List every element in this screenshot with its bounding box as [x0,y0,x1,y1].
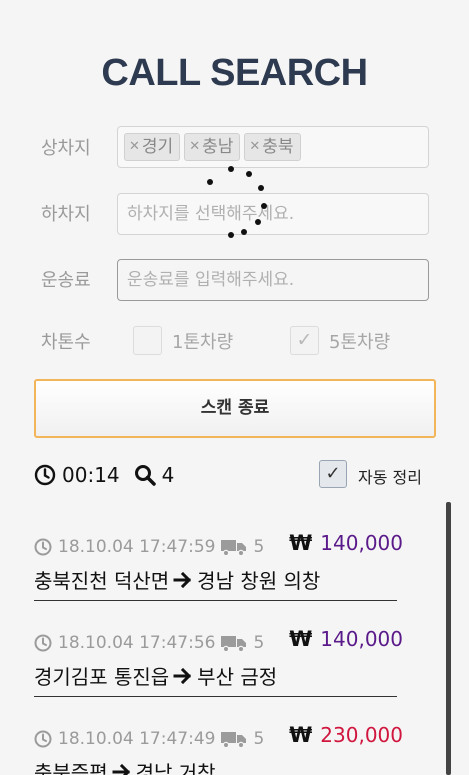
call-route: 충북증평 경남 거창 [34,757,216,775]
call-list[interactable]: 18.10.04 17:47:59 5 ₩140,000 충북진천 덕산면 경남 창원 … [0,505,469,775]
route-to: 부산 금정 [197,665,278,689]
call-price-value: 230,000 [320,723,403,747]
arrow-right-icon [173,667,192,684]
call-price-value: 140,000 [320,531,403,555]
auto-sort-checkbox[interactable]: ✓ [319,460,347,488]
elapsed-time: 00:14 [62,463,120,487]
call-price: ₩230,000 [289,723,403,747]
route-from: 경기김포 통진읍 [34,665,170,689]
origin-tag[interactable]: ✕ 경기 [124,133,181,161]
destination-select[interactable]: 하차지를 선택해주세요. [117,193,429,235]
ton1-label[interactable]: 1톤차량 [172,328,233,354]
remove-tag-icon[interactable]: ✕ [189,134,200,160]
ton1-checkbox[interactable] [133,326,162,355]
call-tonnage: 5 [253,729,265,749]
ton5-label[interactable]: 5톤차량 [329,328,390,354]
fare-label: 운송료 [41,270,91,291]
call-item[interactable]: 18.10.04 17:47:59 5 ₩140,000 충북진천 덕산면 경남 창원 … [34,505,403,601]
call-time: 18.10.04 17:47:49 [58,729,216,749]
call-item[interactable]: 18.10.04 17:47:49 5 ₩230,000 충북증평 경남 거창 [34,697,403,775]
check-icon: ✓ [296,329,313,351]
currency-symbol: ₩ [289,723,313,747]
route-to: 경남 거창 [135,761,216,775]
currency-symbol: ₩ [289,627,313,651]
arrow-right-icon [173,571,192,588]
truck-icon [221,540,247,556]
origin-select[interactable]: ✕ 경기 ✕ 충남 ✕ 충북 [117,126,429,168]
arrow-right-icon [112,763,130,775]
tonnage-label: 차톤수 [41,332,91,353]
clock-icon [34,464,56,486]
loading-spinner [204,166,268,238]
destination-label: 하차지 [41,204,91,225]
clock-icon [34,730,52,748]
call-price: ₩140,000 [289,531,403,555]
call-meta: 18.10.04 17:47:56 5 [34,633,264,653]
route-from: 충북진천 덕산면 [34,569,170,593]
call-time: 18.10.04 17:47:59 [58,537,216,557]
fare-input[interactable]: 운송료를 입력해주세요. [117,259,429,301]
page-title: CALL SEARCH [101,52,368,94]
auto-sort-label[interactable]: 자동 정리 [358,464,422,488]
route-to: 경남 창원 의창 [197,569,321,593]
scan-stats: 00:14 4 [34,461,174,489]
found-count: 4 [161,463,175,487]
origin-label: 상차지 [41,138,91,159]
clock-icon [34,634,52,652]
call-meta: 18.10.04 17:47:59 5 [34,537,264,557]
call-meta: 18.10.04 17:47:49 5 [34,729,264,749]
call-price: ₩140,000 [289,627,403,651]
truck-icon [221,732,247,748]
ton5-checkbox[interactable]: ✓ [290,326,319,355]
list-scrollbar[interactable] [446,502,451,775]
truck-icon [221,636,247,652]
clock-icon [34,538,52,556]
call-time: 18.10.04 17:47:56 [58,633,216,653]
call-price-value: 140,000 [320,627,403,651]
call-route: 충북진천 덕산면 경남 창원 의창 [34,565,320,594]
origin-tag[interactable]: ✕ 충북 [244,133,301,161]
check-icon: ✓ [325,463,341,484]
call-route: 경기김포 통진읍 부산 금정 [34,661,277,690]
remove-tag-icon[interactable]: ✕ [249,134,260,160]
origin-tag[interactable]: ✕ 충남 [184,133,241,161]
call-tonnage: 5 [253,633,265,653]
search-icon [134,465,156,486]
remove-tag-icon[interactable]: ✕ [129,134,140,160]
currency-symbol: ₩ [289,531,313,555]
scan-stop-button[interactable]: 스캔 종료 [34,379,436,438]
call-item[interactable]: 18.10.04 17:47:56 5 ₩140,000 경기김포 통진읍 부산 금정 [34,601,403,697]
route-from: 충북증평 [34,761,108,775]
call-tonnage: 5 [253,537,265,557]
